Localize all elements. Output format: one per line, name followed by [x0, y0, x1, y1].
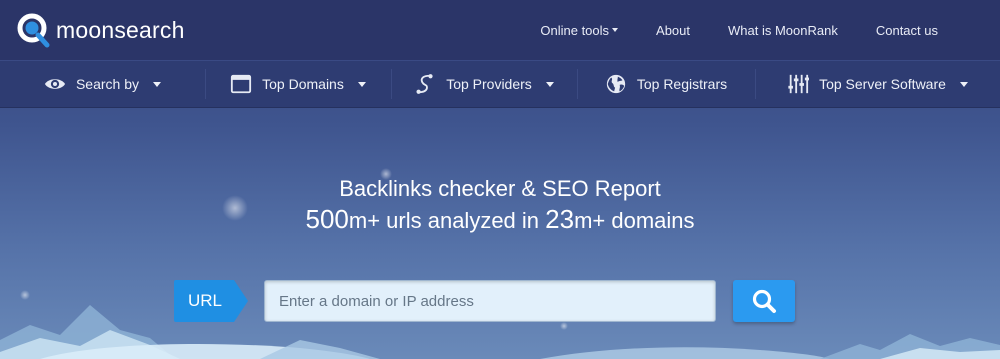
brand-name: moonsearch — [56, 16, 185, 43]
contact-us-link[interactable]: Contact us — [876, 23, 938, 38]
moon-logo-icon — [17, 13, 50, 48]
url-tag: URL — [174, 280, 248, 322]
online-tools-link[interactable]: Online tools — [540, 22, 619, 38]
caret-down-icon — [612, 28, 619, 32]
urls-count: 500 — [305, 204, 349, 234]
search-input[interactable] — [264, 280, 716, 322]
nav-search-by-label: Search by — [75, 76, 140, 92]
caret-down-icon — [545, 81, 554, 87]
what-is-moonrank-link[interactable]: What is MoonRank — [728, 23, 838, 38]
nav-top-domains-label: Top Domains — [262, 76, 344, 92]
domains-count: 23 — [545, 204, 575, 234]
nav-top-registrars-label: Top Registrars — [636, 76, 728, 92]
search-button[interactable] — [733, 280, 795, 322]
nav-top-server-software-label: Top Server Software — [819, 76, 946, 92]
connection-icon — [416, 74, 433, 94]
caret-down-icon — [357, 81, 366, 87]
caret-down-icon — [959, 81, 968, 87]
category-nav: Search by Top Domains Top Providers Top … — [0, 60, 1000, 108]
hero-title: Backlinks checker & SEO Report — [339, 176, 661, 201]
hero-stats: 500m+ urls analyzed in 23m+ domains — [0, 204, 1000, 235]
logo[interactable]: moonsearch — [16, 12, 185, 48]
globe-icon — [606, 74, 626, 94]
search-bar: URL — [174, 280, 795, 322]
online-tools-label: Online tools — [540, 22, 610, 38]
sliders-icon — [788, 74, 810, 94]
window-icon — [231, 74, 252, 94]
about-link[interactable]: About — [656, 23, 690, 38]
nav-search-by[interactable]: Search by — [0, 61, 205, 107]
search-icon — [752, 289, 776, 313]
nav-top-registrars[interactable]: Top Registrars — [577, 61, 755, 107]
nav-top-providers-label: Top Providers — [446, 76, 532, 92]
top-bar: moonsearch Online tools About What is Mo… — [0, 0, 1000, 60]
urls-suffix: m+ urls analyzed in — [348, 208, 546, 233]
eye-icon — [44, 79, 66, 89]
top-nav: Online tools About What is MoonRank Cont… — [540, 0, 1000, 60]
caret-down-icon — [153, 81, 162, 87]
nav-top-domains[interactable]: Top Domains — [205, 61, 391, 107]
star-sparkle — [20, 290, 30, 300]
domains-suffix: m+ domains — [574, 208, 695, 233]
nav-top-providers[interactable]: Top Providers — [391, 61, 577, 107]
nav-top-server-software[interactable]: Top Server Software — [755, 61, 1000, 107]
